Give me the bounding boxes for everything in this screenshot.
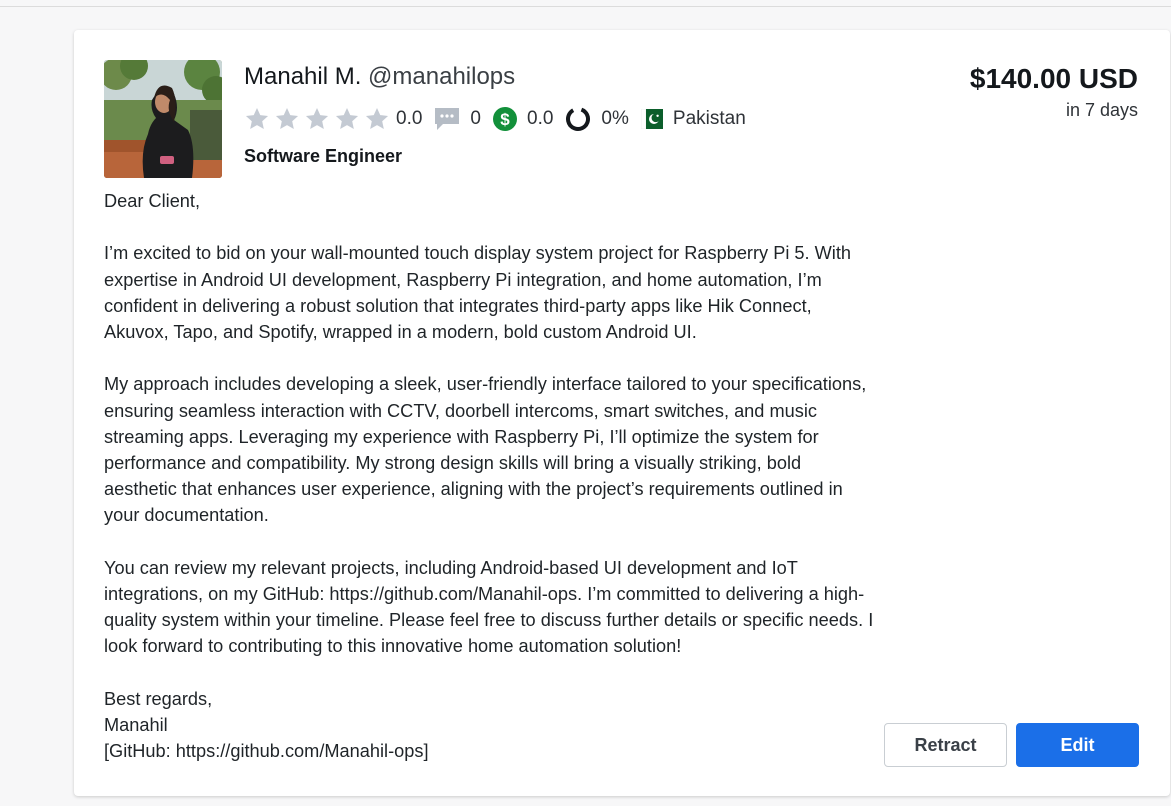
freelancer-name-line: Manahil M. @manahilops — [244, 62, 515, 92]
proposal-paragraph: I’m excited to bid on your wall-mounted … — [104, 243, 852, 342]
star-icon — [365, 107, 389, 129]
svg-text:$: $ — [500, 110, 510, 129]
star-icon — [335, 107, 359, 129]
bid-amount: $140.00 USD — [969, 63, 1138, 94]
rating-value: 0.0 — [396, 108, 423, 129]
reviews-count: 0 — [470, 108, 481, 129]
avatar[interactable] — [104, 60, 222, 178]
top-divider — [0, 0, 1171, 7]
bid-duration: in 7 days — [1065, 100, 1138, 120]
freelancer-stats: 0.0 0 $ 0.0 0% Pakistan — [244, 104, 758, 134]
proposal-closing: Best regards, — [104, 688, 213, 709]
freelancer-title: Software Engineer — [244, 146, 403, 166]
dollar-circle-icon: $ — [493, 107, 517, 131]
rating-stars — [244, 106, 394, 132]
earnings-score: 0.0 — [527, 108, 554, 129]
proposal-greeting: Dear Client, — [104, 191, 201, 211]
avatar-photo — [104, 60, 222, 178]
proposal-github-line: [GitHub: https://github.com/Manahil-ops] — [104, 741, 429, 762]
country: Pakistan — [672, 108, 746, 129]
freelancer-header: Manahil M. @manahilops 0.0 0 $ 0.0 0% Pa… — [244, 62, 746, 166]
completion-rate: 0% — [601, 108, 629, 129]
star-icon — [305, 107, 329, 129]
pakistan-flag-icon — [640, 109, 663, 129]
edit-button[interactable]: Edit — [1016, 723, 1139, 767]
freelancer-name[interactable]: Manahil M. — [244, 63, 361, 90]
ring-progress-icon — [565, 106, 591, 132]
proposal-signature: Manahil — [104, 715, 168, 735]
proposal-paragraph: My approach includes developing a sleek,… — [104, 374, 867, 526]
comment-icon — [434, 107, 460, 131]
bid-price: $140.00 USD in 7 days — [970, 62, 1138, 121]
star-icon — [245, 107, 269, 129]
freelancer-handle: @manahilops — [368, 63, 516, 90]
proposal-text: Dear Client, I’m excited to bid on your … — [104, 188, 874, 764]
bid-card: Manahil M. @manahilops 0.0 0 $ 0.0 0% Pa… — [74, 30, 1170, 796]
retract-button[interactable]: Retract — [884, 723, 1007, 767]
proposal-paragraph: You can review my relevant projects, inc… — [104, 557, 874, 657]
star-icon — [275, 107, 299, 129]
